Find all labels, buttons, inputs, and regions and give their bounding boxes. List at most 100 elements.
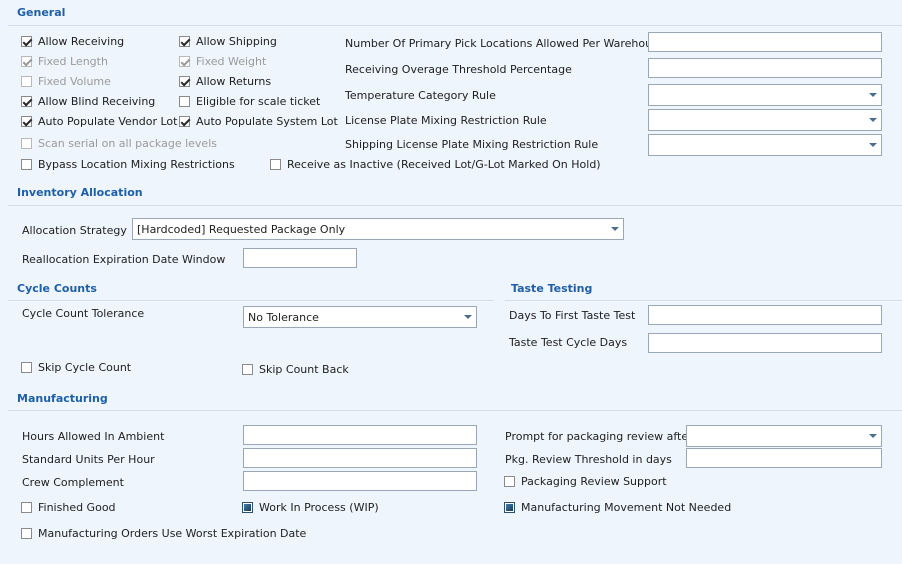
checkbox-label: Allow Blind Receiving	[38, 95, 156, 108]
checkbox-label: Allow Returns	[196, 75, 272, 88]
checkbox-box	[179, 96, 190, 107]
checkbox-label: Finished Good	[38, 501, 116, 514]
auto-populate-vendor-lot-checkbox[interactable]: Auto Populate Vendor Lot	[21, 115, 177, 128]
fixed-volume-checkbox[interactable]: Fixed Volume	[21, 75, 111, 88]
section-divider	[8, 205, 902, 206]
allocation-strategy-dropdown[interactable]: [Hardcoded] Requested Package Only	[132, 218, 624, 240]
checkbox-label: Manufacturing Orders Use Worst Expiratio…	[38, 527, 307, 540]
taste-test-cycle-days-input[interactable]	[648, 333, 882, 353]
receive-as-inactive-checkbox[interactable]: Receive as Inactive (Received Lot/G-Lot …	[270, 158, 601, 171]
chevron-down-icon[interactable]	[869, 93, 877, 97]
allow-returns-checkbox[interactable]: Allow Returns	[179, 75, 271, 88]
auto-populate-system-lot-checkbox[interactable]: Auto Populate System Lot	[179, 115, 338, 128]
checkbox-label: Auto Populate System Lot	[196, 115, 338, 128]
dropdown-value: No Tolerance	[248, 311, 319, 324]
reallocation-window-input[interactable]	[243, 248, 357, 268]
eligible-scale-ticket-checkbox[interactable]: Eligible for scale ticket	[179, 95, 320, 108]
finished-good-checkbox[interactable]: Finished Good	[21, 501, 116, 514]
checkbox-label: Bypass Location Mixing Restrictions	[38, 158, 235, 171]
chevron-down-icon[interactable]	[869, 143, 877, 147]
standard-units-label: Standard Units Per Hour	[22, 453, 155, 466]
packaging-review-support-checkbox[interactable]: Packaging Review Support	[504, 475, 667, 488]
checkbox-label: Skip Cycle Count	[38, 361, 132, 374]
fixed-length-checkbox[interactable]: Fixed Length	[21, 55, 108, 68]
checkbox-label: Allow Shipping	[196, 35, 277, 48]
allocation-strategy-label: Allocation Strategy	[22, 224, 127, 237]
section-title-manufacturing: Manufacturing	[17, 392, 108, 405]
reallocation-window-label: Reallocation Expiration Date Window	[22, 253, 226, 266]
cycle-count-tolerance-label: Cycle Count Tolerance	[22, 307, 145, 320]
crew-complement-input[interactable]	[243, 471, 477, 491]
hours-ambient-label: Hours Allowed In Ambient	[22, 430, 165, 443]
skip-count-back-checkbox[interactable]: Skip Count Back	[242, 363, 349, 376]
checkbox-box	[242, 364, 253, 375]
section-divider	[8, 410, 902, 411]
review-threshold-input[interactable]	[686, 448, 882, 468]
skip-cycle-count-checkbox[interactable]: Skip Cycle Count	[21, 361, 131, 374]
checkbox-label: Fixed Length	[38, 55, 108, 68]
checkbox-label: Packaging Review Support	[521, 475, 667, 488]
chevron-down-icon[interactable]	[869, 118, 877, 122]
checkbox-box	[270, 159, 281, 170]
section-divider	[8, 300, 494, 301]
taste-test-cycle-days-label: Taste Test Cycle Days	[509, 336, 628, 349]
temperature-category-dropdown[interactable]	[648, 84, 882, 106]
chevron-down-icon[interactable]	[869, 434, 877, 438]
section-divider	[8, 25, 902, 26]
checkbox-label: Receive as Inactive (Received Lot/G-Lot …	[287, 158, 601, 171]
checkbox-label: Fixed Weight	[196, 55, 267, 68]
checkbox-box	[21, 36, 32, 47]
checkbox-label: Manufacturing Movement Not Needed	[521, 501, 732, 514]
checkbox-box	[21, 362, 32, 373]
hours-ambient-input[interactable]	[243, 425, 477, 445]
days-to-first-taste-test-label: Days To First Taste Test	[509, 309, 636, 322]
checkbox-label: Auto Populate Vendor Lot	[38, 115, 178, 128]
checkbox-label: Skip Count Back	[259, 363, 349, 376]
shipping-license-plate-dropdown[interactable]	[648, 134, 882, 156]
manufacturing-movement-not-needed-checkbox[interactable]: Manufacturing Movement Not Needed	[504, 501, 731, 514]
checkbox-box	[242, 502, 253, 513]
checkbox-box	[21, 138, 32, 149]
checkbox-box	[21, 116, 32, 127]
checkbox-box	[179, 36, 190, 47]
primary-pick-locations-input[interactable]	[648, 32, 882, 52]
worst-expiration-checkbox[interactable]: Manufacturing Orders Use Worst Expiratio…	[21, 527, 306, 540]
section-title-taste-testing: Taste Testing	[511, 282, 593, 295]
checkbox-box	[21, 502, 32, 513]
days-to-first-taste-test-input[interactable]	[648, 305, 882, 325]
shipping-license-plate-label: Shipping License Plate Mixing Restrictio…	[345, 138, 599, 151]
receiving-overage-label: Receiving Overage Threshold Percentage	[345, 63, 572, 76]
fixed-weight-checkbox[interactable]: Fixed Weight	[179, 55, 266, 68]
prompt-packaging-dropdown[interactable]	[686, 425, 882, 447]
receiving-overage-input[interactable]	[648, 58, 882, 78]
license-plate-mixing-label: License Plate Mixing Restriction Rule	[345, 114, 547, 127]
review-threshold-label: Pkg. Review Threshold in days	[505, 453, 672, 466]
allow-shipping-checkbox[interactable]: Allow Shipping	[179, 35, 277, 48]
bypass-location-mixing-checkbox[interactable]: Bypass Location Mixing Restrictions	[21, 158, 235, 171]
checkbox-box	[179, 56, 190, 67]
standard-units-input[interactable]	[243, 448, 477, 468]
cycle-count-tolerance-dropdown[interactable]: No Tolerance	[243, 306, 477, 328]
checkbox-box	[21, 76, 32, 87]
checkbox-label: Scan serial on all package levels	[38, 137, 217, 150]
work-in-process-checkbox[interactable]: Work In Process (WIP)	[242, 501, 379, 514]
chevron-down-icon[interactable]	[464, 315, 472, 319]
checkbox-box	[504, 502, 515, 513]
allow-blind-receiving-checkbox[interactable]: Allow Blind Receiving	[21, 95, 155, 108]
license-plate-mixing-dropdown[interactable]	[648, 109, 882, 131]
checkbox-label: Work In Process (WIP)	[259, 501, 379, 514]
section-divider	[505, 300, 902, 301]
section-title-inventory-allocation: Inventory Allocation	[17, 186, 143, 199]
checkbox-box	[504, 476, 515, 487]
dropdown-value: [Hardcoded] Requested Package Only	[137, 223, 346, 236]
section-title-cycle-counts: Cycle Counts	[17, 282, 97, 295]
scan-serial-checkbox[interactable]: Scan serial on all package levels	[21, 137, 217, 150]
prompt-packaging-label: Prompt for packaging review after	[505, 430, 693, 443]
crew-complement-label: Crew Complement	[22, 476, 124, 489]
checkbox-box	[21, 528, 32, 539]
allow-receiving-checkbox[interactable]: Allow Receiving	[21, 35, 124, 48]
chevron-down-icon[interactable]	[611, 227, 619, 231]
checkbox-box	[21, 96, 32, 107]
section-title-general: General	[17, 6, 66, 19]
checkbox-box	[179, 76, 190, 87]
